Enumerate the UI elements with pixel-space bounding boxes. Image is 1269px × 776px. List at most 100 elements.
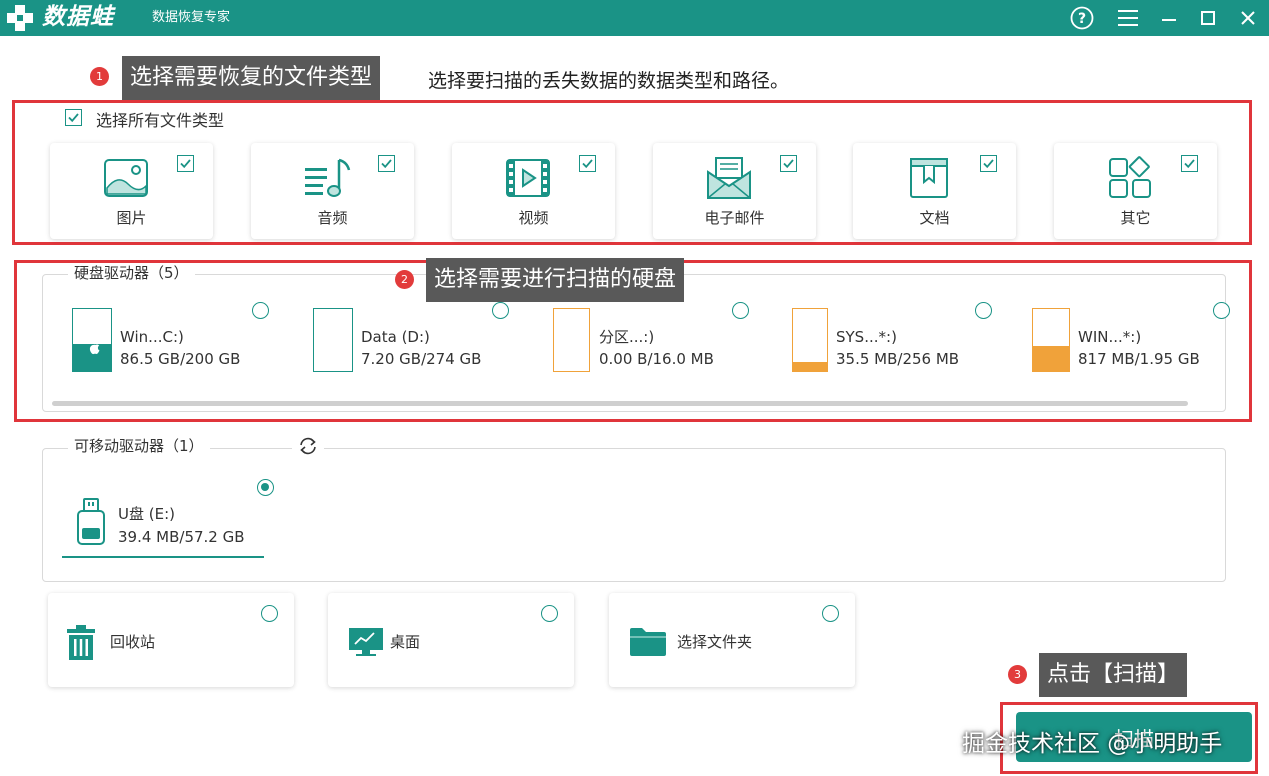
refresh-icon [300, 437, 316, 455]
help-icon: ? [1070, 6, 1094, 30]
hamburger-menu-icon [1118, 10, 1138, 26]
file-type-label: 音频 [317, 209, 348, 227]
drive-size: 39.4 MB/57.2 GB [118, 528, 245, 546]
drive-item-d[interactable]: Data (D:) 7.20 GB/274 GB [313, 306, 513, 376]
drive-radio-d[interactable] [492, 302, 509, 319]
drive-size: 817 MB/1.95 GB [1078, 350, 1200, 368]
file-type-checkbox-video[interactable] [579, 155, 596, 172]
select-all-checkbox[interactable] [65, 109, 82, 126]
maximize-button[interactable] [1194, 4, 1222, 32]
step-3-label: 点击【扫描】 [1039, 653, 1188, 697]
drive-usage-bar [553, 308, 590, 372]
checkmark-icon [1184, 159, 1195, 169]
app-logo-text: 数据蛙 [42, 4, 114, 30]
svg-text:?: ? [1078, 11, 1086, 27]
maximize-icon [1201, 11, 1215, 25]
video-icon [506, 159, 550, 197]
drive-size: 86.5 GB/200 GB [120, 350, 241, 368]
file-type-label: 电子邮件 [704, 209, 765, 227]
close-icon [1241, 11, 1255, 25]
removable-drives-title: 可移动驱动器（1） [68, 436, 210, 456]
drive-size: 35.5 MB/256 MB [836, 350, 960, 368]
file-type-label: 视频 [518, 209, 549, 227]
checkmark-icon [983, 159, 994, 169]
other-icon [1109, 156, 1151, 198]
title-bar: 数据蛙 数据恢复专家 ? [0, 0, 1269, 36]
drive-size: 0.00 B/16.0 MB [599, 350, 714, 368]
minimize-button[interactable] [1155, 4, 1183, 32]
apple-logo-icon [89, 342, 100, 355]
drive-usage-fill [793, 362, 827, 371]
file-type-label: 其它 [1120, 209, 1151, 227]
checkmark-icon [783, 159, 794, 169]
file-type-card-other[interactable]: 其它 [1054, 143, 1217, 239]
document-icon [910, 158, 948, 198]
drive-name: Data (D:) [361, 328, 430, 346]
drive-item-partition[interactable]: 分区...:) 0.00 B/16.0 MB [553, 306, 753, 376]
menu-button[interactable] [1114, 4, 1142, 32]
drive-usage-bar [313, 308, 353, 372]
drive-item-sys[interactable]: SYS...*:) 35.5 MB/256 MB [792, 306, 992, 376]
drive-item-c[interactable]: Win...C:) 86.5 GB/200 GB [72, 306, 272, 376]
drive-usage-bar [1032, 308, 1070, 372]
file-type-checkbox-audio[interactable] [378, 155, 395, 172]
file-type-checkbox-document[interactable] [980, 155, 997, 172]
location-label: 桌面 [390, 633, 421, 651]
recycle-bin-icon [67, 625, 95, 660]
removable-drive-item-e[interactable]: U盘 (E:) 39.4 MB/57.2 GB [62, 490, 264, 558]
drive-radio-win[interactable] [1213, 302, 1230, 319]
file-type-card-email[interactable]: 电子邮件 [653, 143, 816, 239]
email-icon [707, 157, 751, 199]
location-label: 选择文件夹 [677, 633, 753, 651]
app-logo-icon [7, 5, 33, 31]
refresh-button[interactable] [292, 433, 324, 459]
drive-item-win[interactable]: WIN...*:) 817 MB/1.95 GB [1032, 306, 1212, 376]
usb-drive-icon [77, 498, 105, 545]
select-all-label[interactable]: 选择所有文件类型 [96, 107, 224, 131]
checkmark-icon [68, 113, 79, 123]
location-radio-recycle-bin[interactable] [261, 605, 278, 622]
drive-usage-bar [72, 308, 112, 372]
location-radio-select-folder[interactable] [822, 605, 839, 622]
drive-name: SYS...*:) [836, 328, 897, 346]
app-name: 数据恢复专家 [152, 10, 231, 25]
close-button[interactable] [1234, 4, 1262, 32]
drive-radio-partition[interactable] [732, 302, 749, 319]
instruction-text: 选择要扫描的丢失数据的数据类型和路径。 [428, 70, 790, 92]
checkmark-icon [381, 159, 392, 169]
file-type-card-audio[interactable]: 音频 [251, 143, 414, 239]
desktop-icon [349, 628, 383, 656]
drive-usage-fill [1033, 345, 1069, 371]
location-card-desktop[interactable]: 桌面 [328, 593, 574, 687]
file-type-checkbox-other[interactable] [1181, 155, 1198, 172]
help-button[interactable]: ? [1068, 4, 1096, 32]
location-card-recycle-bin[interactable]: 回收站 [48, 593, 294, 687]
drive-radio-c[interactable] [252, 302, 269, 319]
drive-name: U盘 (E:) [118, 505, 175, 523]
image-icon [104, 159, 148, 197]
location-label: 回收站 [110, 633, 156, 651]
file-type-label: 图片 [116, 209, 147, 227]
drive-name: 分区...:) [599, 328, 655, 346]
file-type-card-video[interactable]: 视频 [452, 143, 615, 239]
drive-usage-bar [792, 308, 828, 372]
file-type-card-document[interactable]: 文档 [853, 143, 1016, 239]
step-1-label: 选择需要恢复的文件类型 [122, 56, 381, 100]
location-radio-desktop[interactable] [541, 605, 558, 622]
drives-horizontal-scrollbar[interactable] [52, 401, 1188, 406]
minimize-icon [1162, 19, 1176, 21]
location-card-select-folder[interactable]: 选择文件夹 [609, 593, 855, 687]
drive-size: 7.20 GB/274 GB [361, 350, 482, 368]
checkmark-icon [582, 159, 593, 169]
file-type-checkbox-email[interactable] [780, 155, 797, 172]
file-type-card-image[interactable]: 图片 [50, 143, 213, 239]
drive-name: WIN...*:) [1078, 328, 1142, 346]
hard-drives-title: 硬盘驱动器（5） [68, 263, 195, 283]
removable-drive-radio-e[interactable] [257, 479, 274, 496]
step-2-badge: 2 [395, 270, 414, 289]
audio-icon [305, 158, 351, 197]
step-2-label: 选择需要进行扫描的硬盘 [426, 258, 685, 302]
file-type-checkbox-image[interactable] [177, 155, 194, 172]
drive-radio-sys[interactable] [975, 302, 992, 319]
scan-button[interactable]: 扫描 [1016, 712, 1252, 762]
